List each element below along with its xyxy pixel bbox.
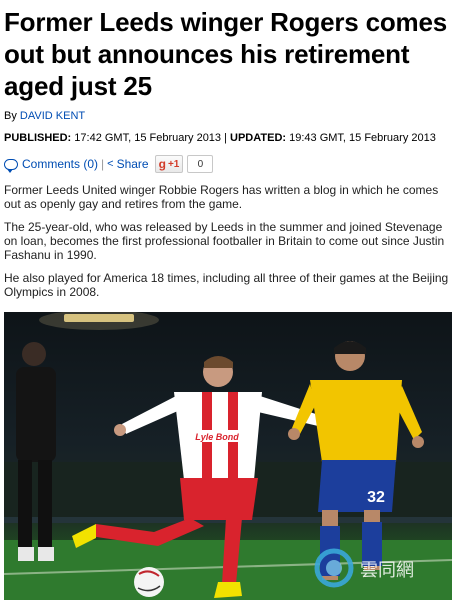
article-paragraph: The 25-year-old, who was released by Lee… [4, 220, 445, 262]
share-label: Share [116, 157, 149, 171]
share-separator: | [101, 157, 105, 171]
article-headline: Former Leeds winger Rogers comes out but… [4, 7, 447, 101]
football [134, 567, 164, 597]
published-label: PUBLISHED: [4, 132, 72, 144]
author-link[interactable]: DAVID KENT [20, 110, 85, 122]
google-plus-label: +1 [167, 158, 180, 170]
article-photo: Lyle Bond 32 雲同網 [4, 312, 452, 600]
updated-label: UPDATED: [230, 132, 287, 144]
share-link[interactable]: < Share [107, 157, 148, 171]
background-official [16, 342, 56, 561]
article: Former Leeds winger Rogers comes out but… [4, 0, 452, 299]
watermark-text: 雲同網 [360, 560, 414, 581]
date-separator: | [224, 132, 227, 144]
share-bar: Comments (0) | < Share g +1 0 [4, 154, 452, 174]
published-value: 17:42 GMT, 15 February 2013 [74, 132, 222, 144]
byline: By DAVID KENT [4, 110, 452, 122]
sponsor-text: Lyle Bond [195, 432, 239, 442]
match-photo-illustration: Lyle Bond 32 雲同網 [4, 312, 452, 600]
article-dates: PUBLISHED: 17:42 GMT, 15 February 2013 |… [4, 132, 452, 144]
away-number: 32 [367, 489, 385, 506]
google-plus-button[interactable]: g +1 [154, 155, 184, 173]
comments-label: Comments (0) [22, 157, 99, 171]
article-paragraph: Former Leeds United winger Robbie Rogers… [4, 183, 439, 211]
byline-prefix: By [4, 110, 17, 122]
google-plus-count: 0 [187, 155, 214, 173]
updated-value: 19:43 GMT, 15 February 2013 [289, 132, 436, 144]
comment-bubble-icon [4, 158, 18, 173]
google-plus-icon: g [158, 157, 166, 171]
comments-link[interactable]: Comments (0) [4, 157, 99, 173]
share-icon: < [107, 158, 114, 170]
article-paragraph: He also played for America 18 times, inc… [4, 271, 449, 299]
